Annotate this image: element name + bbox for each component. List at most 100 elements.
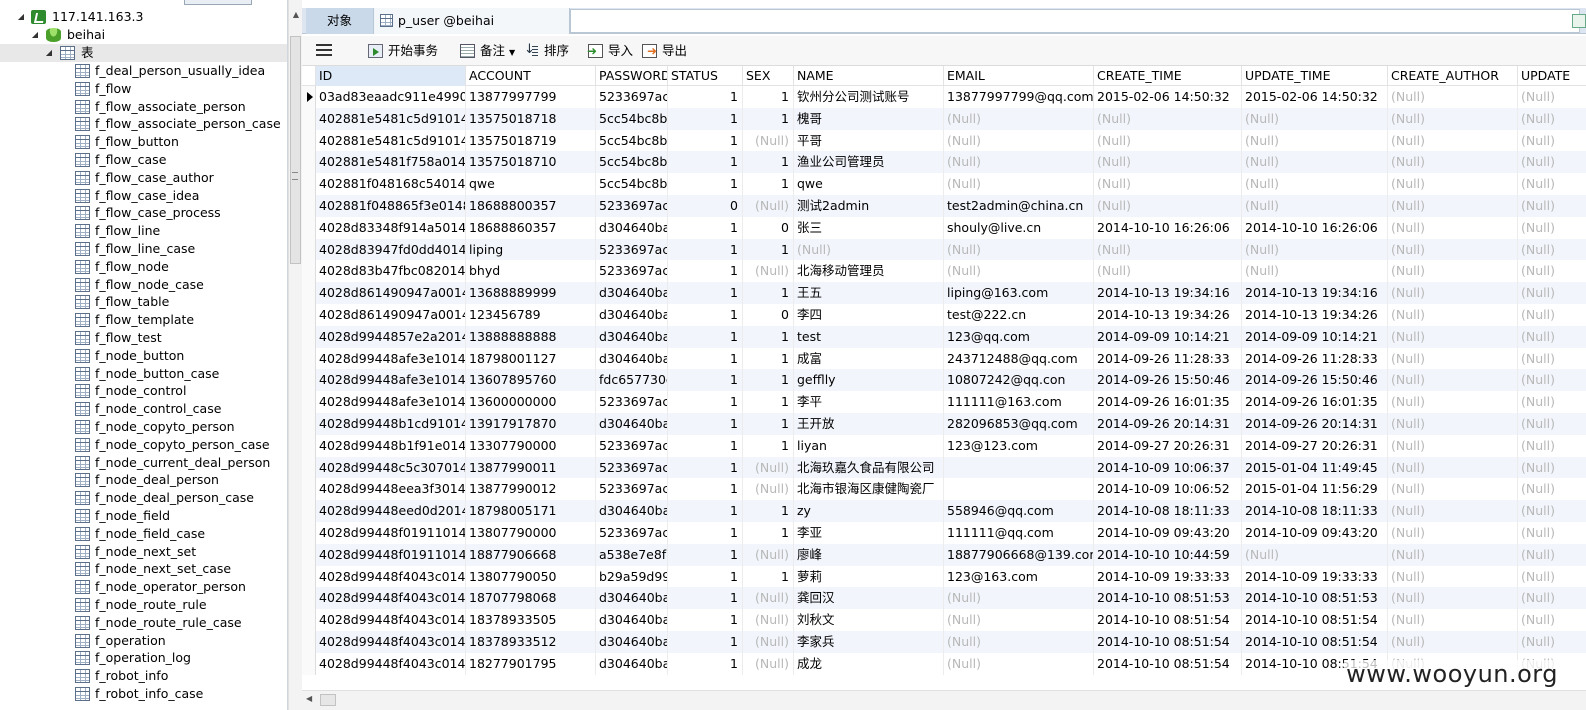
- table-cell[interactable]: 402881f048865f3e014886: [316, 195, 466, 217]
- table-cell[interactable]: 5233697ac2: [596, 86, 668, 108]
- table-cell[interactable]: (Null): [1388, 587, 1518, 610]
- row-indicator[interactable]: [302, 325, 316, 348]
- row-indicator[interactable]: [302, 151, 316, 174]
- table-cell[interactable]: 2014-10-09 19:33:33: [1094, 565, 1242, 588]
- table-cell[interactable]: 4028d99448b1cd910148b: [316, 413, 466, 435]
- table-cell[interactable]: 北海玖嘉久食品有限公司: [794, 456, 944, 479]
- tree-node-server[interactable]: ◢ 117.141.163.3: [0, 8, 287, 26]
- table-cell[interactable]: 1: [668, 107, 743, 130]
- table-cell[interactable]: 2014-09-26 20:14:31: [1094, 413, 1242, 435]
- table-cell[interactable]: (Null): [1388, 500, 1518, 522]
- table-cell[interactable]: 13607895760: [466, 369, 596, 392]
- table-cell[interactable]: 4028d99448f019110148f3: [316, 543, 466, 566]
- table-cell[interactable]: 13888888888: [466, 325, 596, 348]
- table-cell[interactable]: (Null): [1388, 478, 1518, 501]
- table-cell[interactable]: 5233697ac2: [596, 195, 668, 217]
- table-cell[interactable]: 1: [743, 173, 794, 195]
- table-cell[interactable]: (Null): [1518, 304, 1586, 326]
- row-indicator[interactable]: [302, 565, 316, 588]
- row-indicator[interactable]: [302, 282, 316, 304]
- table-cell[interactable]: (Null): [743, 652, 794, 675]
- table-cell[interactable]: (Null): [1388, 86, 1518, 108]
- table-cell[interactable]: 2015-01-04 11:56:29: [1242, 478, 1388, 501]
- table-row[interactable]: 4028d83b47fbc0820147fcbhyd5233697ac21(Nu…: [302, 260, 1586, 283]
- row-indicator[interactable]: [302, 652, 316, 675]
- sort-button[interactable]: 排序: [524, 41, 569, 60]
- table-cell[interactable]: 2014-10-10 08:51:54: [1094, 631, 1242, 653]
- tree-item-table[interactable]: f_node_field_case: [0, 525, 287, 543]
- table-cell[interactable]: (Null): [1242, 543, 1388, 566]
- table-cell[interactable]: 王开放: [794, 413, 944, 435]
- row-indicator[interactable]: [302, 216, 316, 239]
- table-cell[interactable]: 5233697ac2: [596, 522, 668, 544]
- table-row[interactable]: 03ad83eaadc911e499070138779977995233697a…: [302, 86, 1586, 108]
- table-row[interactable]: 4028d9944857e2a20148513888888888d304640b…: [302, 325, 1586, 348]
- table-cell[interactable]: 2014-10-10 16:26:06: [1094, 216, 1242, 239]
- table-cell[interactable]: (Null): [1094, 195, 1242, 217]
- table-cell[interactable]: 2014-10-08 18:11:33: [1094, 500, 1242, 522]
- table-row[interactable]: 4028d99448b1cd910148b13917917870d304640b…: [302, 413, 1586, 435]
- table-cell[interactable]: 13807790050: [466, 565, 596, 588]
- table-cell[interactable]: (Null): [944, 631, 1094, 653]
- table-cell[interactable]: 1: [668, 565, 743, 588]
- table-cell[interactable]: (Null): [944, 609, 1094, 631]
- tree-item-table[interactable]: f_node_field: [0, 507, 287, 525]
- table-cell[interactable]: 2014-10-10 08:51:54: [1242, 631, 1388, 653]
- row-indicator[interactable]: [302, 631, 316, 653]
- table-cell[interactable]: 2014-09-09 10:14:21: [1242, 325, 1388, 348]
- scroll-up-arrow-icon[interactable]: ▲: [289, 10, 303, 19]
- column-header[interactable]: UPDATE: [1518, 66, 1586, 86]
- table-row[interactable]: 4028d99448eea3f30148e€138779900125233697…: [302, 478, 1586, 501]
- table-cell[interactable]: 1: [668, 260, 743, 283]
- tree-item-table[interactable]: f_operation_log: [0, 649, 287, 667]
- tab-p-user-table[interactable]: p_user @beihai (117.141.16...: [374, 8, 570, 54]
- table-cell[interactable]: 1: [668, 304, 743, 326]
- table-cell[interactable]: 4028d99448afe3e10148b: [316, 391, 466, 413]
- table-cell[interactable]: 1: [668, 216, 743, 239]
- collapse-arrow-icon[interactable]: ◢: [30, 26, 40, 44]
- table-cell[interactable]: d304640bae: [596, 631, 668, 653]
- table-cell[interactable]: 2014-10-10 08:51:53: [1242, 587, 1388, 610]
- table-cell[interactable]: 18707798068: [466, 587, 596, 610]
- table-cell[interactable]: gefflly: [794, 369, 944, 392]
- table-cell[interactable]: 1: [743, 391, 794, 413]
- table-cell[interactable]: 18277901795: [466, 652, 596, 675]
- table-row[interactable]: 4028d83947fd0dd40147fcliping5233697ac211…: [302, 238, 1586, 261]
- table-cell[interactable]: (Null): [794, 238, 944, 261]
- table-cell[interactable]: 4028d861490947a001490: [316, 282, 466, 304]
- table-cell[interactable]: (Null): [1518, 239, 1586, 261]
- tree-item-table[interactable]: f_flow_associate_person: [0, 98, 287, 116]
- table-cell[interactable]: 5cc54bc8b3: [596, 151, 668, 174]
- table-cell[interactable]: 4028d99448f4043c0148f7: [316, 609, 466, 631]
- table-cell[interactable]: qwe: [466, 173, 596, 195]
- table-cell[interactable]: 1: [668, 587, 743, 610]
- table-cell[interactable]: (Null): [1518, 282, 1586, 304]
- table-cell[interactable]: 111111@163.com: [944, 391, 1094, 413]
- table-cell[interactable]: 2014-10-10 08:51:54: [1094, 609, 1242, 631]
- table-cell[interactable]: 1: [668, 456, 743, 479]
- table-row[interactable]: 4028d99448f4043c0148f718707798068d304640…: [302, 587, 1586, 610]
- table-cell[interactable]: shouly@live.cn: [944, 216, 1094, 239]
- table-cell[interactable]: 123@123.com: [944, 434, 1094, 457]
- table-cell[interactable]: 2014-10-09 10:06:37: [1094, 456, 1242, 479]
- table-cell[interactable]: 5233697ac2: [596, 434, 668, 457]
- table-row[interactable]: 4028d861490947a00149013688889999d304640b…: [302, 282, 1586, 304]
- table-cell[interactable]: (Null): [1388, 565, 1518, 588]
- tree-item-table[interactable]: f_node_operator_person: [0, 578, 287, 596]
- table-row[interactable]: 4028d99448f019110148f2138077900005233697…: [302, 522, 1586, 544]
- table-cell[interactable]: 1: [743, 413, 794, 435]
- tree-item-table[interactable]: f_node_button_case: [0, 365, 287, 383]
- table-cell[interactable]: (Null): [944, 260, 1094, 283]
- tree-item-table[interactable]: f_node_route_rule: [0, 596, 287, 614]
- table-cell[interactable]: 2014-09-09 10:14:21: [1094, 325, 1242, 348]
- table-cell[interactable]: 2014-10-10 08:51:54: [1094, 652, 1242, 675]
- table-cell[interactable]: 北海移动管理员: [794, 260, 944, 283]
- table-cell[interactable]: (Null): [1518, 348, 1586, 370]
- table-cell[interactable]: (Null): [1518, 391, 1586, 413]
- row-indicator[interactable]: [302, 369, 316, 392]
- table-cell[interactable]: 13917917870: [466, 413, 596, 435]
- row-indicator[interactable]: [302, 587, 316, 610]
- scroll-left-arrow-icon[interactable]: ◀: [306, 694, 312, 703]
- table-cell[interactable]: (Null): [1094, 173, 1242, 195]
- table-cell[interactable]: 1: [743, 86, 794, 108]
